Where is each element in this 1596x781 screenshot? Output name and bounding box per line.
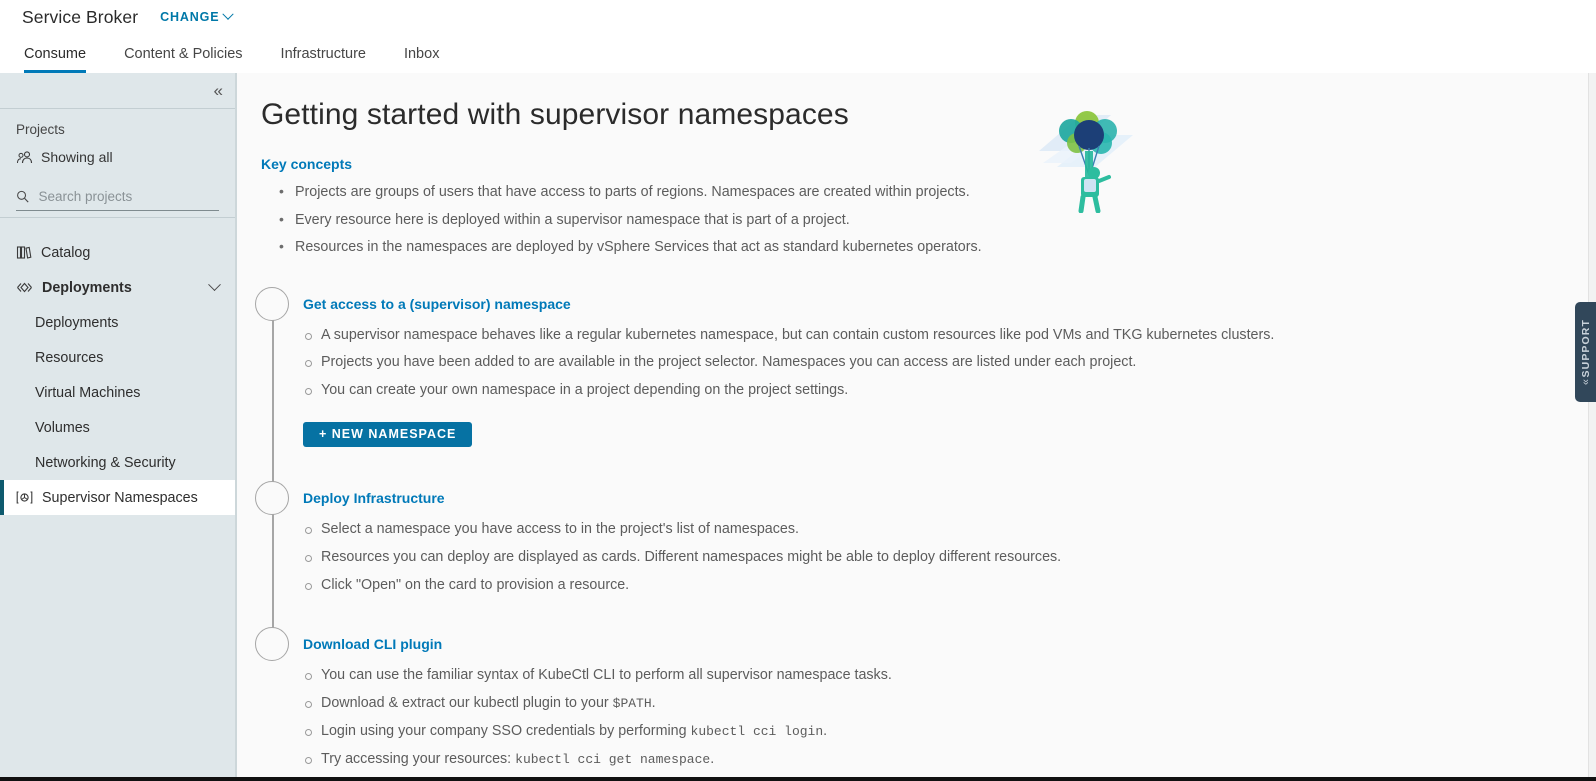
sidebar-subitem-virtual-machines[interactable]: Virtual Machines — [0, 375, 235, 410]
list-item: Login using your company SSO credentials… — [303, 722, 1588, 741]
app-header: Service Broker CHANGE — [0, 0, 1596, 34]
step-title[interactable]: Get access to a (supervisor) namespace — [303, 287, 1588, 312]
list-item: Every resource here is deployed within a… — [275, 210, 1588, 230]
search-icon — [17, 190, 29, 203]
list-item: A supervisor namespace behaves like a re… — [303, 326, 1588, 345]
sidebar-subitem-resources[interactable]: Resources — [0, 340, 235, 375]
search-projects-field[interactable] — [16, 188, 219, 211]
app-title: Service Broker — [22, 6, 139, 27]
timeline-step-download-cli-plugin: Download CLI plugin You can use the fami… — [255, 627, 1588, 768]
showing-all-label: Showing all — [41, 149, 113, 165]
new-namespace-button[interactable]: + NEW NAMESPACE — [303, 422, 473, 448]
getting-started-timeline: Get access to a (supervisor) namespace A… — [255, 286, 1588, 769]
list-item: You can use the familiar syntax of KubeC… — [303, 666, 1588, 685]
chevron-down-icon — [208, 278, 221, 292]
tab-inbox[interactable]: Inbox — [404, 46, 439, 74]
step-title[interactable]: Download CLI plugin — [303, 627, 1588, 652]
step-bullet-list: You can use the familiar syntax of KubeC… — [303, 666, 1588, 768]
list-item: Select a namespace you have access to in… — [303, 520, 1588, 539]
sidebar-subitem-volumes[interactable]: Volumes — [0, 410, 235, 445]
projects-section: Projects Showing all — [0, 109, 235, 217]
step-bullet-list: Select a namespace you have access to in… — [303, 520, 1588, 594]
page-title: Getting started with supervisor namespac… — [261, 98, 849, 131]
list-item: Click "Open" on the card to provision a … — [303, 576, 1588, 595]
list-item: Download & extract our kubectl plugin to… — [303, 694, 1588, 713]
sidebar: « Projects Showing all Search projects C… — [0, 73, 236, 777]
key-concepts-list: Projects are groups of users that have a… — [275, 182, 1588, 257]
deployments-icon — [17, 282, 32, 293]
list-item: Try accessing your resources: kubectl cc… — [303, 750, 1588, 769]
change-label: CHANGE — [160, 10, 220, 24]
main-content: Getting started with supervisor namespac… — [237, 73, 1588, 777]
search-input[interactable] — [36, 188, 219, 205]
application-window: Service Broker CHANGE Consume Content & … — [0, 0, 1596, 781]
step-marker-icon — [255, 286, 289, 321]
tab-content-and-policies[interactable]: Content & Policies — [124, 46, 242, 74]
list-item: Projects are groups of users that have a… — [275, 182, 1588, 202]
supervisor-namespace-icon — [16, 491, 33, 504]
double-chevron-left-icon: « — [213, 81, 224, 100]
support-tab-button[interactable]: SUPPORT « — [1575, 302, 1596, 402]
users-group-icon — [17, 150, 33, 163]
tab-infrastructure[interactable]: Infrastructure — [281, 46, 366, 74]
main-tabbar: Consume Content & Policies Infrastructur… — [0, 34, 1596, 73]
list-item: Projects you have been added to are avai… — [303, 353, 1588, 372]
step-bullet-list: A supervisor namespace behaves like a re… — [303, 326, 1588, 400]
sidebar-subitem-networking-and-security[interactable]: Networking & Security — [0, 445, 235, 480]
sidebar-collapse-button[interactable]: « — [0, 73, 235, 108]
sidebar-item-label: Catalog — [41, 244, 91, 261]
change-org-button[interactable]: CHANGE — [160, 8, 235, 24]
catalog-icon — [16, 246, 32, 259]
list-item: Resources in the namespaces are deployed… — [275, 237, 1588, 257]
step-title[interactable]: Deploy Infrastructure — [303, 481, 1588, 506]
timeline-step-deploy-infrastructure: Deploy Infrastructure Select a namespace… — [255, 481, 1588, 594]
step-marker-icon — [255, 481, 289, 516]
double-chevron-left-icon: « — [1579, 380, 1592, 385]
tab-consume[interactable]: Consume — [24, 46, 87, 73]
sidebar-item-catalog[interactable]: Catalog — [0, 235, 235, 270]
sidebar-item-supervisor-namespaces[interactable]: Supervisor Namespaces — [0, 480, 235, 515]
support-label: SUPPORT — [1579, 319, 1592, 378]
sidebar-item-label: Supervisor Namespaces — [42, 489, 198, 506]
sidebar-item-deployments-group[interactable]: Deployments — [0, 270, 235, 305]
code-get-namespace-command: kubectl cci get namespace — [515, 751, 711, 767]
code-login-command: kubectl cci login — [690, 723, 824, 739]
chevron-down-icon — [222, 8, 235, 20]
projects-label: Projects — [16, 122, 65, 137]
timeline-step-get-access: Get access to a (supervisor) namespace A… — [255, 286, 1588, 448]
sidebar-item-label: Deployments — [42, 279, 132, 296]
code-path: $PATH — [612, 695, 652, 711]
list-item: You can create your own namespace in a p… — [303, 381, 1588, 400]
sidebar-subitem-deployments[interactable]: Deployments — [0, 305, 235, 340]
window-bottom-edge — [0, 777, 1596, 781]
key-concepts-link[interactable]: Key concepts — [261, 156, 1588, 172]
sidebar-nav: Catalog Deployments Deployments Resource… — [0, 218, 235, 515]
step-marker-icon — [255, 627, 289, 662]
list-item: Resources you can deploy are displayed a… — [303, 548, 1588, 567]
showing-all-selector[interactable]: Showing all — [0, 146, 235, 168]
vertical-scrollbar[interactable] — [1588, 73, 1596, 777]
